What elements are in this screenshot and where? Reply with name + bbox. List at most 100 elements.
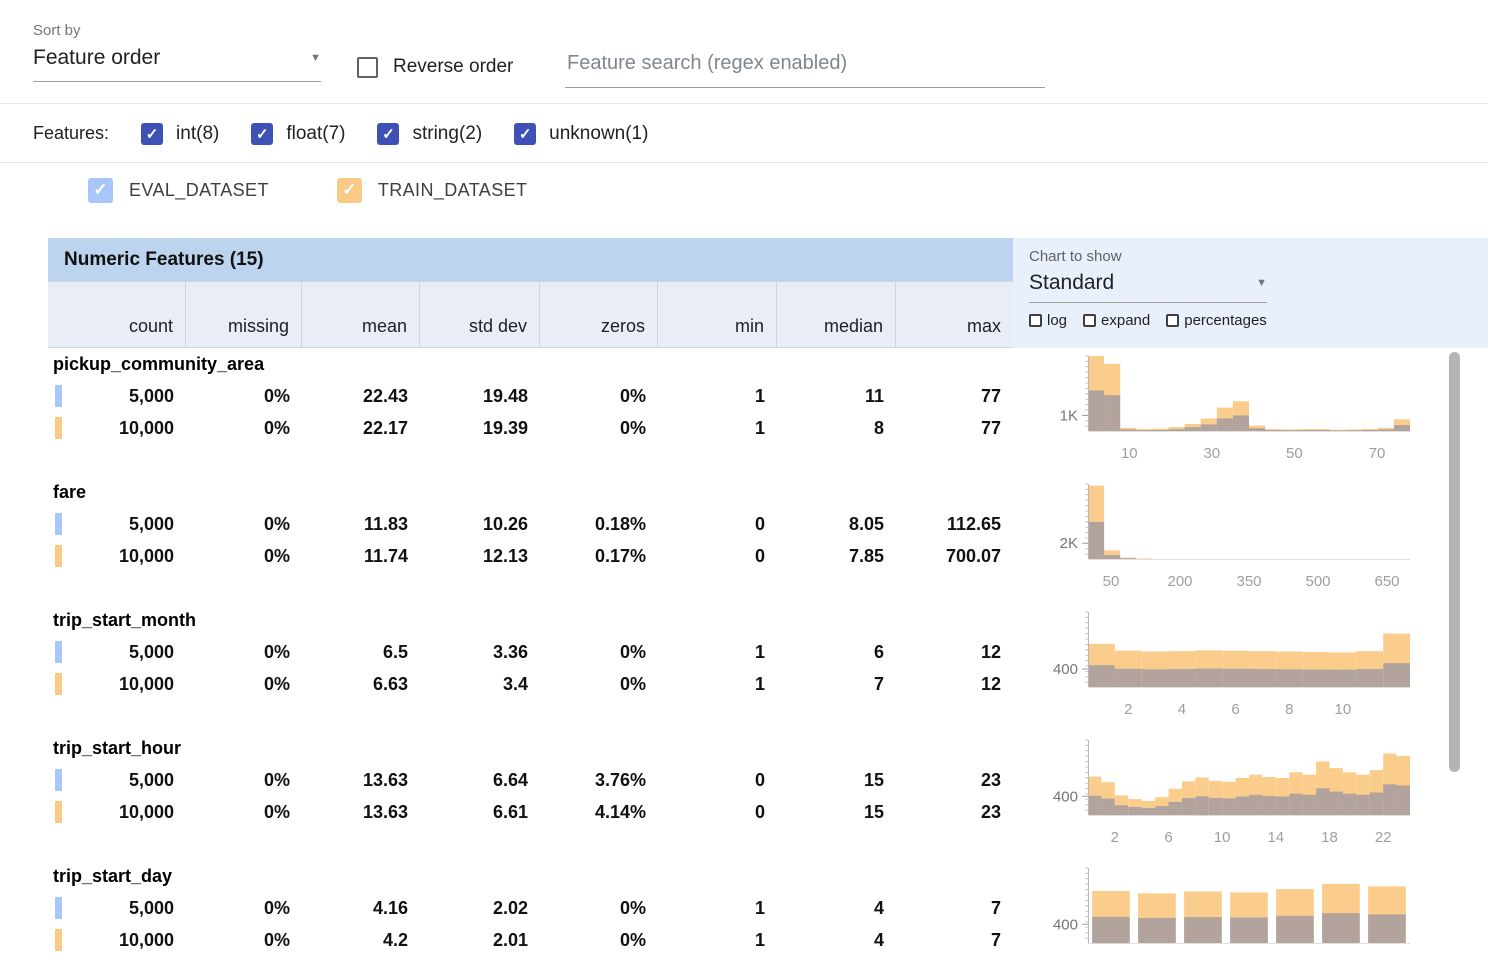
- svg-text:400: 400: [1053, 916, 1078, 933]
- eval-stats-row: 5,0000%13.636.643.76%01523: [48, 764, 1013, 796]
- stat-value: 7: [896, 924, 1013, 956]
- log-toggle[interactable]: log: [1029, 312, 1067, 329]
- feature-block: fare 5,0000%11.8310.260.18%08.05112.65 1…: [48, 476, 1488, 604]
- feature-search-input[interactable]: [565, 52, 1045, 88]
- column-header-missing: missing: [186, 282, 302, 347]
- stat-value: 4.16: [302, 892, 420, 924]
- sort-by-select[interactable]: Feature order ▼: [33, 46, 321, 82]
- facets-overview-app: Sort by Feature order ▼ Reverse order Fe…: [0, 0, 1488, 968]
- stat-value: 0.18%: [540, 508, 658, 540]
- stat-value: 0%: [186, 380, 302, 412]
- eval-dataset-label: EVAL_DATASET: [129, 180, 269, 201]
- stat-value: 5,000: [48, 636, 186, 668]
- stat-value: 1: [658, 892, 777, 924]
- feature-block: pickup_community_area 5,0000%22.4319.480…: [48, 348, 1488, 476]
- train-dataset-swatch-icon: [55, 801, 62, 823]
- train-dataset-checkbox[interactable]: [337, 178, 362, 203]
- column-header-min: min: [658, 282, 777, 347]
- svg-text:50: 50: [1286, 445, 1303, 462]
- svg-text:70: 70: [1369, 445, 1386, 462]
- stat-value: 0%: [186, 540, 302, 572]
- stat-value: 5,000: [48, 380, 186, 412]
- sort-by-label: Sort by: [33, 22, 81, 39]
- percentages-checkbox[interactable]: [1166, 314, 1179, 327]
- svg-text:650: 650: [1374, 573, 1399, 590]
- feature-histogram-chart: 2K50200350500650: [1033, 476, 1433, 602]
- chart-type-select[interactable]: Standard ▼: [1029, 271, 1267, 303]
- train-dataset-swatch-icon: [55, 929, 62, 951]
- stat-value: 6.61: [420, 796, 540, 828]
- chart-option-toggles: log expand percentages: [1029, 312, 1488, 329]
- feature-type-filter-bar: Features: int(8) float(7) string(2) unkn…: [0, 105, 1488, 163]
- eval-stats-row: 5,0000%11.8310.260.18%08.05112.65: [48, 508, 1013, 540]
- stat-value: 7.85: [777, 540, 896, 572]
- svg-text:50: 50: [1103, 573, 1120, 590]
- stat-value: 11.83: [302, 508, 420, 540]
- stat-value: 1: [658, 380, 777, 412]
- svg-text:4: 4: [1178, 701, 1186, 718]
- features-body: pickup_community_area 5,0000%22.4319.480…: [48, 348, 1488, 968]
- expand-checkbox[interactable]: [1083, 314, 1096, 327]
- filter-item-int[interactable]: int(8): [141, 123, 219, 145]
- train-stats-row: 10,0000%22.1719.390%1877: [48, 412, 1013, 444]
- train-dataset-toggle[interactable]: TRAIN_DATASET: [337, 178, 528, 203]
- stat-value: 0%: [540, 892, 658, 924]
- float-filter-checkbox[interactable]: [251, 123, 273, 145]
- dataset-legend-row: EVAL_DATASET TRAIN_DATASET: [0, 163, 1488, 217]
- stat-value: 10,000: [48, 668, 186, 700]
- column-header-zeros: zeros: [540, 282, 658, 347]
- stat-value: 0%: [186, 892, 302, 924]
- svg-text:2: 2: [1124, 701, 1132, 718]
- stat-value: 700.07: [896, 540, 1013, 572]
- svg-text:350: 350: [1236, 573, 1261, 590]
- stat-value: 7: [777, 668, 896, 700]
- filter-item-float[interactable]: float(7): [251, 123, 345, 145]
- stat-value: 23: [896, 764, 1013, 796]
- stat-value: 4: [777, 924, 896, 956]
- svg-text:10: 10: [1335, 701, 1352, 718]
- unknown-filter-checkbox[interactable]: [514, 123, 536, 145]
- eval-dataset-swatch-icon: [55, 513, 62, 535]
- svg-text:22: 22: [1375, 829, 1392, 846]
- eval-dataset-toggle[interactable]: EVAL_DATASET: [88, 178, 269, 203]
- stat-value: 6.64: [420, 764, 540, 796]
- svg-text:14: 14: [1267, 829, 1284, 846]
- log-checkbox[interactable]: [1029, 314, 1042, 327]
- stat-value: 0%: [186, 508, 302, 540]
- filter-item-unknown[interactable]: unknown(1): [514, 123, 648, 145]
- feature-histogram-chart: 1K10305070: [1033, 348, 1433, 474]
- expand-toggle[interactable]: expand: [1083, 312, 1150, 329]
- train-dataset-swatch-icon: [55, 417, 62, 439]
- percentages-toggle[interactable]: percentages: [1166, 312, 1267, 329]
- reverse-order-control[interactable]: Reverse order: [357, 56, 513, 78]
- stat-value: 0%: [186, 412, 302, 444]
- int-filter-checkbox[interactable]: [141, 123, 163, 145]
- train-stats-row: 10,0000%6.633.40%1712: [48, 668, 1013, 700]
- reverse-order-label: Reverse order: [393, 56, 513, 78]
- reverse-order-checkbox[interactable]: [357, 57, 378, 78]
- feature-histogram-chart: 400246810: [1033, 604, 1433, 730]
- stat-value: 3.36: [420, 636, 540, 668]
- filter-item-string[interactable]: string(2): [377, 123, 482, 145]
- stat-value: 6: [777, 636, 896, 668]
- top-controls-bar: Sort by Feature order ▼ Reverse order: [0, 0, 1488, 104]
- stat-value: 0.17%: [540, 540, 658, 572]
- stat-value: 13.63: [302, 764, 420, 796]
- eval-dataset-swatch-icon: [55, 769, 62, 791]
- eval-dataset-checkbox[interactable]: [88, 178, 113, 203]
- feature-name: trip_start_day: [53, 866, 172, 887]
- svg-text:2: 2: [1111, 829, 1119, 846]
- numeric-features-table: Numeric Features (15) Chart to show Stan…: [48, 238, 1488, 968]
- string-filter-checkbox[interactable]: [377, 123, 399, 145]
- svg-text:10: 10: [1214, 829, 1231, 846]
- scrollbar-thumb[interactable]: [1449, 352, 1460, 772]
- stat-value: 0%: [540, 380, 658, 412]
- stat-value: 112.65: [896, 508, 1013, 540]
- float-filter-label: float(7): [286, 123, 345, 145]
- stat-value: 10,000: [48, 924, 186, 956]
- stat-value: 6.5: [302, 636, 420, 668]
- svg-text:10: 10: [1121, 445, 1138, 462]
- svg-text:18: 18: [1321, 829, 1338, 846]
- stat-value: 10,000: [48, 540, 186, 572]
- svg-text:6: 6: [1231, 701, 1239, 718]
